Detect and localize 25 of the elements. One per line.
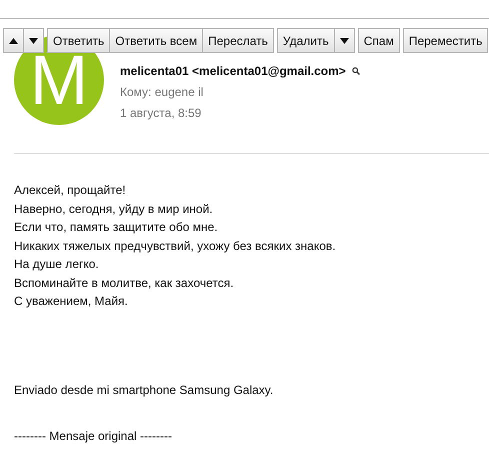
body-text: Если что, память защитите обо мне. [14, 219, 219, 236]
date: 1 августа, 8:59 [120, 106, 202, 120]
sender: melicenta01 <melicenta01@gmail.com> [120, 64, 346, 78]
toolbar-button[interactable]: Удалить [276, 28, 335, 53]
body-text: На душе легко. [14, 256, 100, 273]
toolbar-button[interactable]: Переслать [202, 28, 274, 53]
body-text: -------- Mensaje original -------- [14, 428, 173, 445]
nav-button[interactable] [3, 28, 24, 53]
nav-button[interactable] [23, 28, 44, 53]
dropdown-button[interactable] [334, 28, 355, 53]
search-icon[interactable] [352, 67, 360, 75]
toolbar-button[interactable]: Переместить [402, 28, 488, 53]
toolbar-button[interactable]: Ответить всем [109, 28, 204, 53]
body-text: С уважением, Майя. [14, 293, 129, 310]
toolbar-button[interactable]: Спам [358, 28, 400, 53]
body-text: Вспоминайте в молитве, как захочется. [14, 274, 235, 292]
caret-icon [340, 38, 349, 44]
toolbar-button[interactable]: Ответить [47, 28, 110, 53]
recipient: Кому: eugene il [120, 85, 204, 99]
up-arrow-icon [9, 38, 18, 44]
down-arrow-icon [29, 38, 38, 44]
body-text: Наверно, сегодня, уйду в мир иной. [14, 200, 214, 218]
body-text: Никаких тяжелых предчувствий, ухожу без всяких знаков. [14, 238, 337, 254]
body-text: Enviado desde mi smartphone Samsung Galaxy. [14, 382, 274, 398]
body-text: Алексей, прощайте! [14, 182, 127, 199]
